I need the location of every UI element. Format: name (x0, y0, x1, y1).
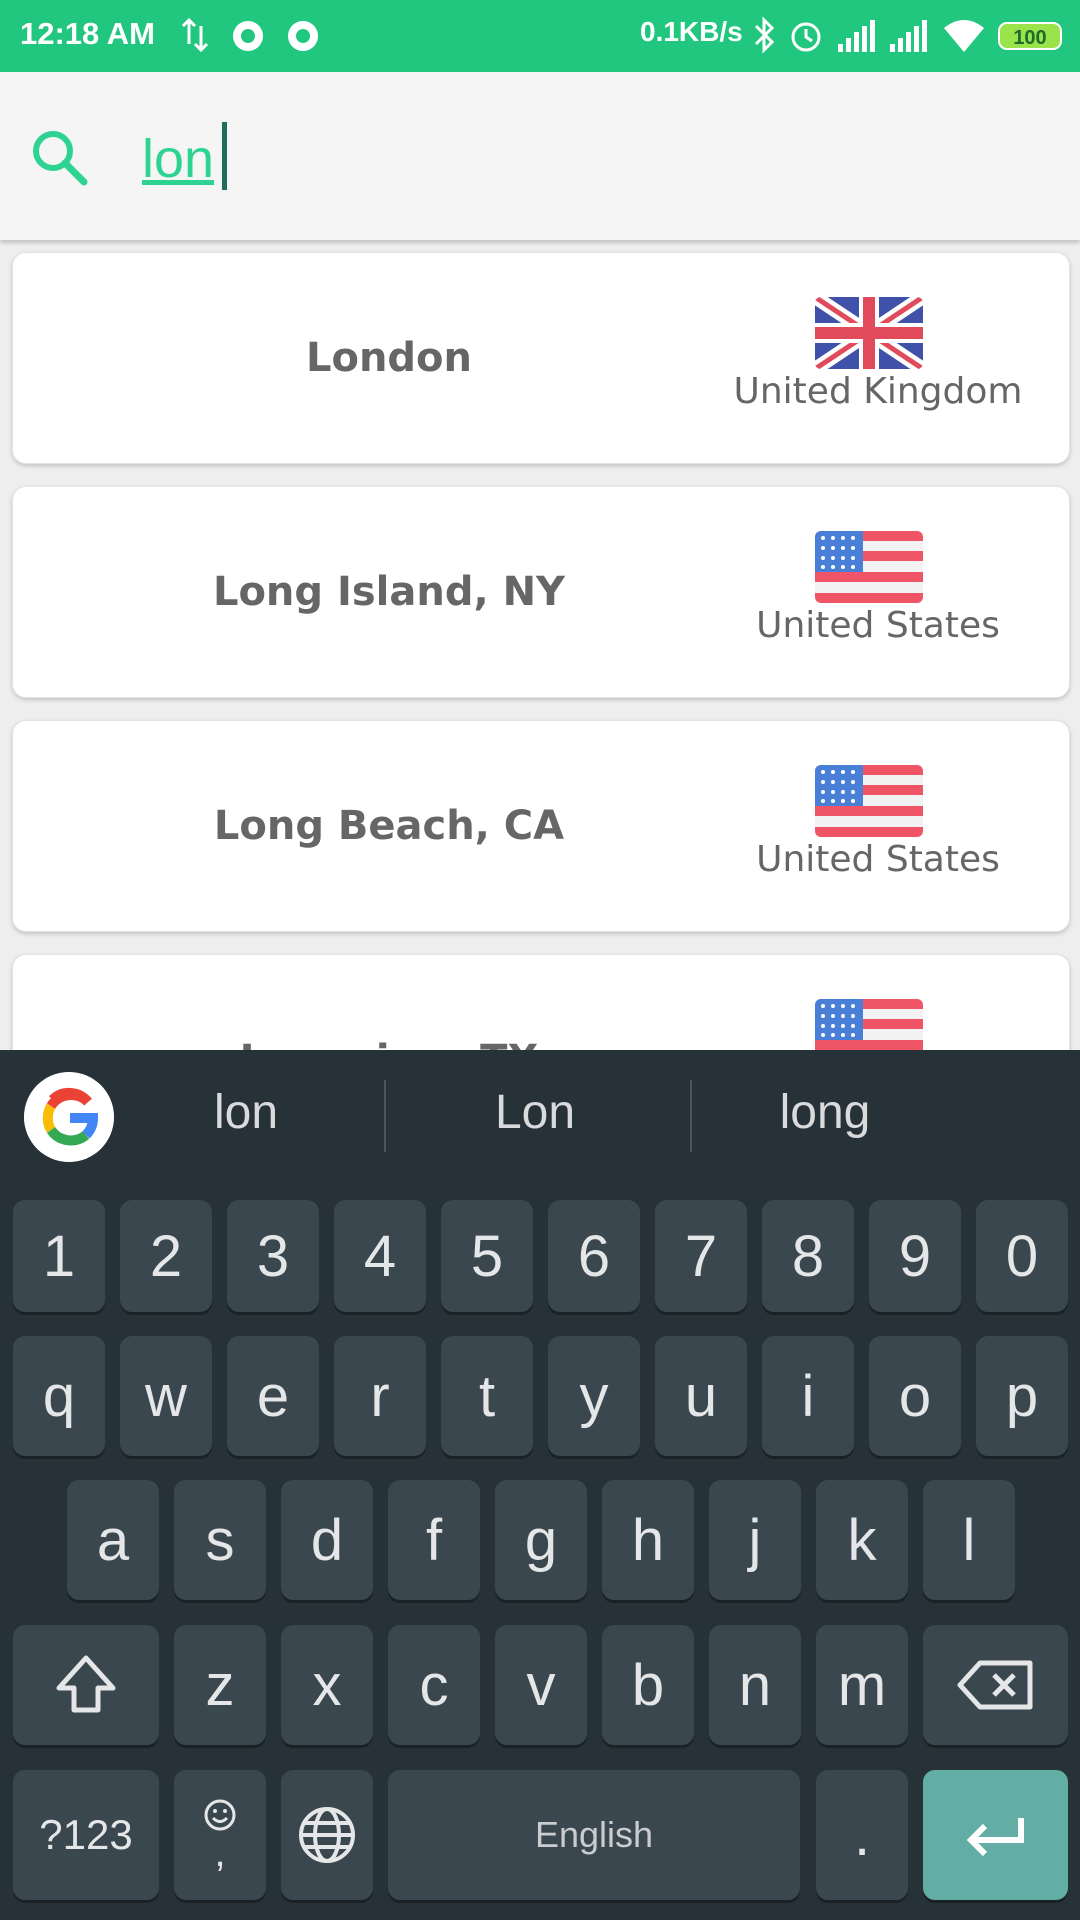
key-s[interactable]: s (174, 1480, 266, 1600)
signal-icon (890, 20, 927, 52)
space-key[interactable]: English (388, 1770, 800, 1900)
period-key[interactable]: . (816, 1770, 908, 1900)
key-b[interactable]: b (602, 1625, 694, 1745)
key-y[interactable]: y (548, 1336, 640, 1456)
comma-label: , (214, 1831, 226, 1875)
status-time: 12:18 AM (20, 16, 155, 51)
emoji-icon (204, 1799, 236, 1831)
key-4[interactable]: 4 (334, 1200, 426, 1312)
bluetooth-icon (754, 16, 775, 54)
globe-icon (299, 1807, 355, 1863)
shift-key[interactable] (13, 1625, 159, 1745)
results-list: London United Kingdom Long Island, NY Un… (0, 240, 1080, 1050)
key-k[interactable]: k (816, 1480, 908, 1600)
city-name: Long Beach, CA (213, 803, 565, 849)
result-card[interactable]: Long Island, NY United States (12, 486, 1070, 698)
us-flag-icon (815, 531, 923, 603)
key-c[interactable]: c (388, 1625, 480, 1745)
keyboard: lon Lon long 1 2 3 4 5 6 7 8 9 0 q w e r… (0, 1050, 1080, 1920)
key-7[interactable]: 7 (655, 1200, 747, 1312)
text-cursor (222, 122, 227, 190)
search-input[interactable] (142, 124, 992, 194)
key-8[interactable]: 8 (762, 1200, 854, 1312)
key-f[interactable]: f (388, 1480, 480, 1600)
key-1[interactable]: 1 (13, 1200, 105, 1312)
key-t[interactable]: t (441, 1336, 533, 1456)
alarm-icon (791, 22, 821, 52)
us-flag-icon (815, 765, 923, 837)
key-j[interactable]: j (709, 1480, 801, 1600)
uk-flag-icon (815, 297, 923, 369)
network-speed: 0.1KB/s (640, 16, 743, 47)
language-key[interactable] (281, 1770, 373, 1900)
key-h[interactable]: h (602, 1480, 694, 1600)
suggestion-1[interactable]: lon (96, 1085, 396, 1140)
key-0[interactable]: 0 (976, 1200, 1068, 1312)
data-transfer-icon (181, 17, 209, 53)
key-d[interactable]: d (281, 1480, 373, 1600)
signal-icon (838, 20, 875, 52)
result-card[interactable]: London United Kingdom (12, 252, 1070, 464)
suggestion-2[interactable]: Lon (385, 1085, 685, 1140)
result-card[interactable]: Longview, TX (12, 954, 1070, 1050)
key-x[interactable]: x (281, 1625, 373, 1745)
result-card[interactable]: Long Beach, CA United States (12, 720, 1070, 932)
key-5[interactable]: 5 (441, 1200, 533, 1312)
city-name: Longview, TX (13, 955, 765, 1050)
key-u[interactable]: u (655, 1336, 747, 1456)
suggestion-bar: lon Lon long (0, 1050, 1080, 1180)
shift-icon (56, 1655, 116, 1713)
record-icon (233, 21, 263, 51)
record-icon (288, 21, 318, 51)
country-name: United States (756, 605, 1000, 646)
city-name: Long Island, NY (212, 569, 566, 615)
backspace-icon (957, 1660, 1032, 1710)
key-g[interactable]: g (495, 1480, 587, 1600)
backspace-key[interactable] (923, 1625, 1068, 1745)
key-l[interactable]: l (923, 1480, 1015, 1600)
key-z[interactable]: z (174, 1625, 266, 1745)
us-flag-icon (815, 999, 923, 1050)
enter-key[interactable] (923, 1770, 1068, 1900)
key-m[interactable]: m (816, 1625, 908, 1745)
key-w[interactable]: w (120, 1336, 212, 1456)
key-a[interactable]: a (67, 1480, 159, 1600)
country-name: United Kingdom (733, 371, 1023, 412)
key-q[interactable]: q (13, 1336, 105, 1456)
key-2[interactable]: 2 (120, 1200, 212, 1312)
key-p[interactable]: p (976, 1336, 1068, 1456)
city-name: London (305, 335, 473, 381)
key-3[interactable]: 3 (227, 1200, 319, 1312)
enter-icon (966, 1818, 1024, 1857)
key-e[interactable]: e (227, 1336, 319, 1456)
search-icon[interactable] (30, 128, 88, 186)
key-n[interactable]: n (709, 1625, 801, 1745)
key-v[interactable]: v (495, 1625, 587, 1745)
emoji-comma-key[interactable]: , (174, 1770, 266, 1900)
key-9[interactable]: 9 (869, 1200, 961, 1312)
key-o[interactable]: o (869, 1336, 961, 1456)
status-bar: 12:18 AM 0.1KB/s 100 (0, 0, 1080, 72)
suggestion-3[interactable]: long (675, 1085, 975, 1140)
country-name: United States (756, 839, 1000, 880)
key-6[interactable]: 6 (548, 1200, 640, 1312)
battery-icon: 100 (998, 22, 1062, 50)
search-bar (0, 72, 1080, 240)
symbols-key[interactable]: ?123 (13, 1770, 159, 1900)
key-r[interactable]: r (334, 1336, 426, 1456)
wifi-icon (944, 20, 984, 52)
key-i[interactable]: i (762, 1336, 854, 1456)
